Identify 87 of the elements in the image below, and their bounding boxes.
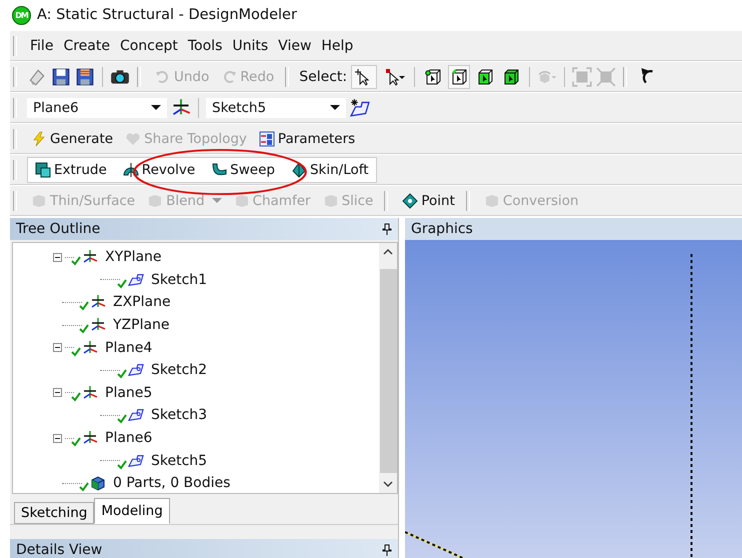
revolve-icon [122, 162, 139, 178]
tree-item[interactable]: Sketch1 [151, 272, 208, 288]
check-icon [79, 301, 89, 312]
tree-item[interactable]: 0 Parts, 0 Bodies [113, 475, 230, 492]
pointer-icon[interactable] [351, 64, 378, 88]
toolbar-button[interactable]: Revolve [118, 158, 200, 182]
panel-title: Tree Outline [16, 221, 100, 237]
toolbar-button[interactable]: Extrude [30, 158, 112, 182]
redo-icon [221, 68, 238, 84]
extrude-icon [35, 162, 51, 178]
pin-icon[interactable] [382, 223, 392, 235]
check-icon [71, 437, 81, 448]
check-icon [71, 392, 81, 402]
tree-item[interactable]: Sketch3 [151, 407, 208, 424]
check-icon [117, 414, 127, 424]
menu-item[interactable]: Concept [116, 38, 181, 54]
cube-icon [90, 475, 106, 492]
heart-icon [125, 130, 142, 146]
toolbar-button[interactable]: Skin/Loft [286, 158, 374, 182]
axes-icon [90, 294, 106, 310]
check-icon [79, 482, 89, 492]
parameters-icon [258, 130, 275, 146]
feature-icon [147, 192, 164, 208]
tree-item[interactable]: Plane4 [105, 340, 152, 356]
select-filter-icon[interactable] [448, 64, 470, 88]
menu-item[interactable]: Tools [184, 38, 226, 54]
window-title: A: Static Structural - DesignModeler [37, 7, 297, 23]
scroll-thumb[interactable] [380, 269, 396, 473]
scroll-down-icon[interactable] [383, 481, 393, 487]
sketch-dropdown[interactable]: Sketch5 [206, 98, 346, 118]
scroll-up-icon[interactable] [383, 249, 393, 255]
lightning-icon [31, 130, 47, 146]
menu-item[interactable]: View [275, 38, 314, 54]
tree-item[interactable]: Plane6 [105, 430, 152, 446]
menu-item[interactable]: Create [60, 38, 113, 54]
collapse-toggle[interactable] [53, 432, 64, 444]
scrollbar[interactable] [379, 243, 397, 493]
sketch-icon [128, 407, 144, 424]
check-icon [79, 324, 89, 334]
toolbar-button[interactable]: Generate [27, 126, 118, 150]
toolbar-button[interactable]: Sweep [206, 158, 280, 182]
tab[interactable]: Sketching [14, 502, 94, 524]
collapse-toggle[interactable] [53, 387, 64, 398]
tree-item[interactable]: Sketch5 [151, 452, 208, 469]
select-label: Select: [299, 68, 348, 84]
panel-title: Graphics [411, 221, 473, 237]
feature-icon [234, 192, 250, 208]
check-icon [71, 346, 81, 357]
axes-icon [82, 340, 98, 356]
axes-icon [82, 249, 98, 266]
feature-icon [322, 192, 339, 208]
axes-icon [82, 384, 98, 401]
undo-icon [155, 68, 171, 84]
sketch-icon [128, 362, 144, 378]
sketch-icon [128, 452, 144, 469]
menu-item[interactable]: Units [229, 38, 272, 54]
toolbar-button[interactable]: Parameters [254, 126, 360, 150]
tree-item[interactable]: ZXPlane [113, 294, 171, 310]
collapse-toggle[interactable] [53, 342, 64, 354]
pin-icon[interactable] [382, 544, 392, 556]
menu-item[interactable]: Help [318, 38, 356, 54]
menu-item[interactable]: File [27, 38, 56, 54]
collapse-toggle[interactable] [53, 252, 64, 263]
tree-item[interactable]: Plane5 [105, 384, 152, 401]
check-icon [117, 278, 127, 289]
check-icon [117, 369, 127, 380]
new-plane-icon[interactable] [171, 98, 191, 118]
toolbar-button[interactable]: Point [398, 188, 459, 212]
axes-icon [82, 430, 98, 446]
tree-item[interactable]: Sketch2 [151, 362, 208, 378]
sweep-icon [211, 162, 228, 178]
plane-dropdown[interactable]: Plane6 [27, 98, 167, 118]
panel-title: Details View [16, 542, 102, 558]
tree-item[interactable]: YZPlane [113, 317, 170, 334]
app-logo: DM [12, 6, 31, 24]
dashed-line [405, 530, 465, 558]
tab[interactable]: Modeling [94, 498, 170, 524]
sketch-icon [128, 272, 144, 288]
feature-icon [31, 192, 47, 208]
point-icon [402, 192, 418, 208]
check-icon [71, 256, 81, 266]
check-icon [117, 460, 127, 470]
axes-icon [90, 317, 106, 334]
loft-icon [290, 162, 307, 178]
tree-item[interactable]: XYPlane [105, 249, 162, 266]
feature-icon [484, 192, 500, 208]
new-sketch-icon[interactable] [350, 98, 370, 118]
